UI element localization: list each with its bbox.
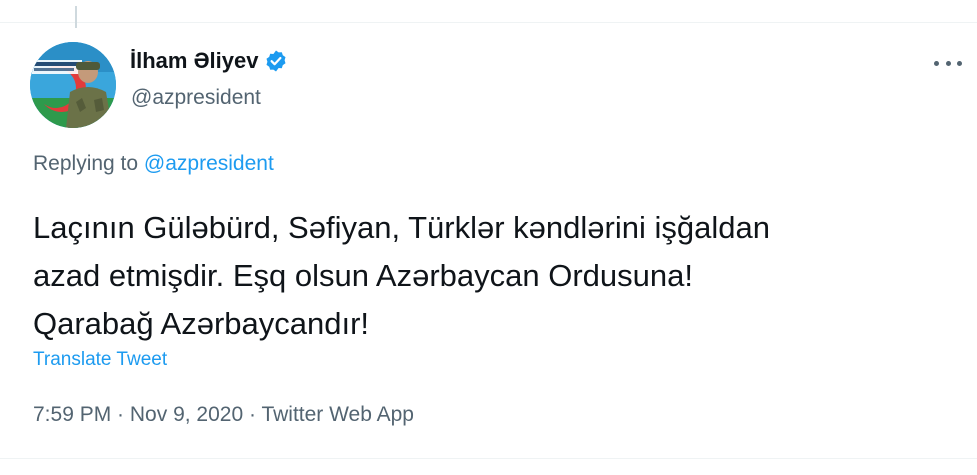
tweet-metadata: 7:59 PM · Nov 9, 2020 · Twitter Web App — [33, 403, 414, 427]
avatar-image — [30, 42, 116, 128]
replying-to-mention[interactable]: @azpresident — [144, 152, 274, 175]
more-dot — [957, 60, 962, 66]
more-options-icon[interactable] — [934, 53, 962, 73]
display-name[interactable]: İlham Əliyev — [130, 48, 258, 74]
tweet-text: Laçının Güləbürd, Səfiyan, Türklər kəndl… — [33, 204, 953, 348]
replying-to-label: Replying to — [33, 152, 139, 175]
more-dot — [945, 60, 951, 66]
verified-badge-icon — [266, 50, 286, 72]
avatar[interactable] — [30, 42, 116, 128]
tweet-source[interactable]: Twitter Web App — [261, 403, 414, 426]
thread-connector-line — [75, 6, 77, 28]
tweet-date[interactable]: Nov 9, 2020 — [130, 403, 243, 426]
user-handle[interactable]: @azpresident — [131, 86, 261, 110]
tweet-time[interactable]: 7:59 PM — [33, 403, 111, 426]
bottom-divider — [0, 458, 977, 459]
tweet-text-line: Qarabağ Azərbaycandır! — [33, 306, 370, 341]
top-divider — [0, 22, 977, 23]
tweet-text-line: Laçının Güləbürd, Səfiyan, Türklər kəndl… — [33, 210, 770, 245]
display-name-row[interactable]: İlham Əliyev — [130, 48, 288, 74]
tweet-text-line: azad etmişdir. Eşq olsun Azərbaycan Ordu… — [33, 258, 693, 293]
meta-separator: · — [111, 403, 130, 426]
more-dot — [934, 60, 939, 66]
translate-tweet-link[interactable]: Translate Tweet — [33, 349, 167, 371]
meta-separator: · — [243, 403, 262, 426]
replying-to: Replying to @azpresident — [33, 152, 274, 176]
